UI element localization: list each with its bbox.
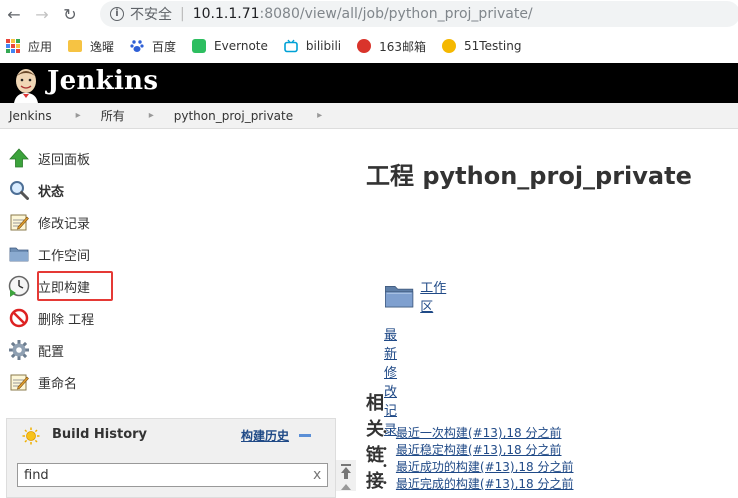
task-label: 重命名 [38,376,78,392]
bookmark-evernote[interactable]: Evernote [192,39,268,53]
bookmark-bilibili[interactable]: bilibili [284,39,341,53]
task-label: 状态 [38,184,65,200]
page-title: 工程 python_proj_private [366,162,692,190]
gear-icon [8,339,30,361]
task-changes[interactable]: 修改记录 [8,209,90,235]
build-history-trend-link[interactable]: 构建历史 [241,427,289,444]
task-configure[interactable]: 配置 [8,337,64,363]
folder-icon[interactable] [384,274,414,318]
breadcrumb-arrow-icon[interactable]: ▸ [76,110,81,121]
address-bar[interactable]: i 不安全 | 10.1.1.71:8080/view/all/job/pyth… [100,1,738,27]
bookmark-baidu[interactable]: 百度 [130,38,176,55]
bookmark-label: 百度 [152,39,177,54]
task-back-to-dashboard[interactable]: 返回面板 [8,145,90,171]
highlight-annotation [37,271,113,301]
bookmark-label: 逸曜 [90,39,115,54]
task-delete-project[interactable]: 删除 工程 [8,305,94,331]
clear-search-icon[interactable]: x [313,467,321,483]
permalinks-list: 最近一次构建(#13),18 分之前 最近稳定构建(#13),18 分之前 最近… [396,424,574,492]
insecure-label: 不安全 [130,7,172,23]
bookmarks-bar: 应用 逸曜 百度 Evernote bilibili 163邮箱 51Testi… [0,30,738,62]
permalink-last-build[interactable]: 最近一次构建(#13),18 分之前 [396,424,562,441]
magnifier-icon [8,179,30,201]
build-history-title: Build History [52,427,148,442]
bookmark-163mail[interactable]: 163邮箱 [357,38,426,55]
permalink-last-successful-build[interactable]: 最近成功的构建(#13),18 分之前 [396,458,574,475]
permalink-item[interactable]: 最近一次构建(#13),18 分之前 [396,424,574,441]
task-status[interactable]: 状态 [8,177,64,203]
bookmark-label: 51Testing [464,39,522,53]
info-icon[interactable]: i [110,7,124,21]
bookmark-label: 163邮箱 [379,39,427,54]
forward-button[interactable]: → [28,0,56,28]
bookmark-apps[interactable]: 应用 [6,38,52,55]
task-label: 修改记录 [38,216,91,232]
baidu-paw-icon [130,40,144,52]
breadcrumb-arrow-icon[interactable]: ▸ [149,110,154,121]
url-separator: | [180,6,185,22]
build-history-panel: Build History 构建历史 x [6,418,336,498]
clock-build-icon [8,275,30,297]
task-label: 删除 工程 [38,312,95,328]
sun-weather-icon [22,427,40,445]
permalink-last-completed-build[interactable]: 最近完成的构建(#13),18 分之前 [396,475,574,492]
folder-icon [8,243,30,265]
bilibili-tv-icon [284,39,298,53]
reload-button[interactable]: ↻ [56,0,84,28]
breadcrumb: Jenkins ▸ 所有 ▸ python_proj_private ▸ [0,103,738,129]
scroll-top-icon [341,464,351,490]
apps-grid-icon [6,39,20,53]
notepad-icon [8,371,30,393]
url-path: :8080/view/all/job/python_proj_private/ [259,6,533,22]
bookmark-label: 应用 [28,39,53,54]
breadcrumb-jenkins[interactable]: Jenkins [9,109,52,123]
mail163-icon [357,39,372,53]
folder-icon [68,40,83,52]
workspace-link-row: 工作区 [384,274,447,318]
jenkins-butler-logo[interactable] [10,67,42,103]
task-label: 配置 [38,344,65,360]
task-rename[interactable]: 重命名 [8,369,77,395]
permalink-item[interactable]: 最近稳定构建(#13),18 分之前 [396,441,574,458]
permalink-item[interactable]: 最近完成的构建(#13),18 分之前 [396,475,574,492]
latest-changes-link[interactable]: 最新修改记录 [384,324,397,438]
browser-toolbar: ← → ↻ i 不安全 | 10.1.1.71:8080/view/all/jo… [0,0,738,28]
build-history-search-input[interactable] [17,463,328,487]
trend-icon[interactable] [299,434,311,437]
breadcrumb-all[interactable]: 所有 [101,107,125,124]
workspace-link[interactable]: 工作区 [420,277,447,315]
permalink-last-stable-build[interactable]: 最近稳定构建(#13),18 分之前 [396,441,562,458]
no-entry-icon [8,307,30,329]
jenkins-header: Jenkins [0,63,738,103]
breadcrumb-project[interactable]: python_proj_private [174,109,293,123]
bookmark-51testing[interactable]: 51Testing [442,39,522,53]
bookmark-yiyao[interactable]: 逸曜 [68,38,114,55]
up-arrow-icon [8,147,30,169]
task-label: 返回面板 [38,152,91,168]
task-workspace[interactable]: 工作空间 [8,241,90,267]
task-label: 工作空间 [38,248,91,264]
jenkins-title[interactable]: Jenkins [47,66,158,96]
notepad-icon [8,211,30,233]
permalink-item[interactable]: 最近成功的构建(#13),18 分之前 [396,458,574,475]
changes-link-row: 最新修改记录 [384,324,397,438]
url-host: 10.1.1.71 [192,6,260,22]
bookmark-label: Evernote [214,39,268,53]
testing51-icon [442,39,457,53]
back-button[interactable]: ← [0,0,28,28]
scroll-top-button[interactable] [336,460,356,491]
evernote-icon [192,39,207,53]
breadcrumb-arrow-icon[interactable]: ▸ [317,110,322,121]
bookmark-label: bilibili [305,39,342,53]
